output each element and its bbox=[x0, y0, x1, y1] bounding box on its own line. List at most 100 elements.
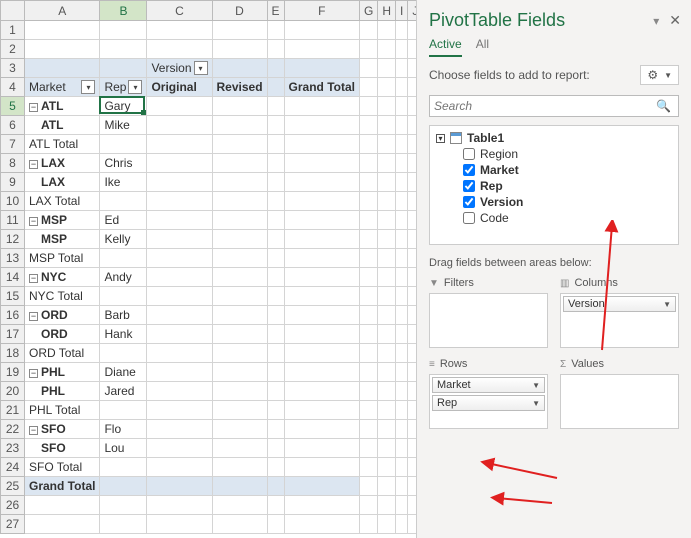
cell-C7[interactable] bbox=[147, 135, 212, 154]
table-name-label[interactable]: Table1 bbox=[467, 131, 504, 145]
checkbox-market[interactable] bbox=[463, 164, 475, 176]
row-header-22[interactable]: 22 bbox=[1, 420, 25, 439]
cell-C16[interactable] bbox=[147, 306, 212, 325]
cell-H24[interactable] bbox=[378, 458, 396, 477]
cell-F9[interactable] bbox=[284, 173, 359, 192]
cell-F23[interactable] bbox=[284, 439, 359, 458]
cell-F12[interactable] bbox=[284, 230, 359, 249]
cell-E26[interactable] bbox=[267, 496, 284, 515]
pill-version[interactable]: Version▼ bbox=[563, 296, 676, 312]
cell-E6[interactable] bbox=[267, 116, 284, 135]
row-header-8[interactable]: 8 bbox=[1, 154, 25, 173]
cell-I14[interactable] bbox=[396, 268, 408, 287]
cell-I2[interactable] bbox=[396, 40, 408, 59]
cell-A17[interactable]: ORD bbox=[25, 325, 100, 344]
checkbox-rep[interactable] bbox=[463, 180, 475, 192]
cell-F5[interactable] bbox=[284, 97, 359, 116]
cell-I10[interactable] bbox=[396, 192, 408, 211]
cell-I22[interactable] bbox=[396, 420, 408, 439]
cell-D24[interactable] bbox=[212, 458, 267, 477]
cell-B1[interactable] bbox=[100, 21, 147, 40]
collapse-toggle[interactable]: − bbox=[29, 426, 38, 435]
tab-active[interactable]: Active bbox=[429, 37, 462, 57]
cell-G12[interactable] bbox=[360, 230, 378, 249]
collapse-toggle[interactable]: − bbox=[29, 369, 38, 378]
cell-J20[interactable] bbox=[408, 382, 416, 401]
cell-J13[interactable] bbox=[408, 249, 416, 268]
cell-I4[interactable] bbox=[396, 78, 408, 97]
cell-I18[interactable] bbox=[396, 344, 408, 363]
cell-C18[interactable] bbox=[147, 344, 212, 363]
cell-E4[interactable] bbox=[267, 78, 284, 97]
collapse-toggle[interactable]: − bbox=[29, 312, 38, 321]
cell-B24[interactable] bbox=[100, 458, 147, 477]
cell-A23[interactable]: SFO bbox=[25, 439, 100, 458]
cell-J26[interactable] bbox=[408, 496, 416, 515]
cell-C1[interactable] bbox=[147, 21, 212, 40]
cell-J24[interactable] bbox=[408, 458, 416, 477]
cell-H25[interactable] bbox=[378, 477, 396, 496]
cell-D6[interactable] bbox=[212, 116, 267, 135]
cell-B13[interactable] bbox=[100, 249, 147, 268]
cell-J9[interactable] bbox=[408, 173, 416, 192]
cell-G27[interactable] bbox=[360, 515, 378, 534]
cell-F14[interactable] bbox=[284, 268, 359, 287]
cell-I21[interactable] bbox=[396, 401, 408, 420]
row-header-24[interactable]: 24 bbox=[1, 458, 25, 477]
cell-F19[interactable] bbox=[284, 363, 359, 382]
cell-A12[interactable]: MSP bbox=[25, 230, 100, 249]
cell-F18[interactable] bbox=[284, 344, 359, 363]
cell-B3[interactable] bbox=[100, 59, 147, 78]
cell-F3[interactable] bbox=[284, 59, 359, 78]
pane-options-icon[interactable]: ▾ bbox=[653, 14, 659, 28]
cell-D10[interactable] bbox=[212, 192, 267, 211]
cell-G6[interactable] bbox=[360, 116, 378, 135]
column-header-J[interactable]: J bbox=[408, 1, 416, 21]
cell-B8[interactable]: Chris bbox=[100, 154, 147, 173]
cell-B26[interactable] bbox=[100, 496, 147, 515]
column-header-D[interactable]: D bbox=[212, 1, 267, 21]
cell-A24[interactable]: SFO Total bbox=[25, 458, 100, 477]
pill-market[interactable]: Market▼ bbox=[432, 377, 545, 393]
cell-I9[interactable] bbox=[396, 173, 408, 192]
cell-G18[interactable] bbox=[360, 344, 378, 363]
cell-C11[interactable] bbox=[147, 211, 212, 230]
cell-F7[interactable] bbox=[284, 135, 359, 154]
cell-H15[interactable] bbox=[378, 287, 396, 306]
cell-I11[interactable] bbox=[396, 211, 408, 230]
row-header-3[interactable]: 3 bbox=[1, 59, 25, 78]
cell-B18[interactable] bbox=[100, 344, 147, 363]
cell-A21[interactable]: PHL Total bbox=[25, 401, 100, 420]
cell-B17[interactable]: Hank bbox=[100, 325, 147, 344]
column-header-I[interactable]: I bbox=[396, 1, 408, 21]
cell-D15[interactable] bbox=[212, 287, 267, 306]
cell-I16[interactable] bbox=[396, 306, 408, 325]
tools-button[interactable]: ⚙ ▼ bbox=[640, 65, 679, 85]
cell-D25[interactable] bbox=[212, 477, 267, 496]
row-header-20[interactable]: 20 bbox=[1, 382, 25, 401]
cell-B25[interactable] bbox=[100, 477, 147, 496]
row-header-13[interactable]: 13 bbox=[1, 249, 25, 268]
cell-G2[interactable] bbox=[360, 40, 378, 59]
cell-A19[interactable]: −PHL bbox=[25, 363, 100, 382]
cell-G24[interactable] bbox=[360, 458, 378, 477]
cell-I13[interactable] bbox=[396, 249, 408, 268]
cell-E19[interactable] bbox=[267, 363, 284, 382]
field-code[interactable]: Code bbox=[434, 210, 674, 226]
cell-F26[interactable] bbox=[284, 496, 359, 515]
row-header-17[interactable]: 17 bbox=[1, 325, 25, 344]
cell-E27[interactable] bbox=[267, 515, 284, 534]
cell-A26[interactable] bbox=[25, 496, 100, 515]
cell-I1[interactable] bbox=[396, 21, 408, 40]
row-header-27[interactable]: 27 bbox=[1, 515, 25, 534]
cell-J4[interactable] bbox=[408, 78, 416, 97]
cell-F22[interactable] bbox=[284, 420, 359, 439]
cell-D8[interactable] bbox=[212, 154, 267, 173]
cell-C17[interactable] bbox=[147, 325, 212, 344]
cell-J23[interactable] bbox=[408, 439, 416, 458]
cell-F24[interactable] bbox=[284, 458, 359, 477]
cell-C27[interactable] bbox=[147, 515, 212, 534]
cell-D21[interactable] bbox=[212, 401, 267, 420]
cell-C20[interactable] bbox=[147, 382, 212, 401]
cell-H9[interactable] bbox=[378, 173, 396, 192]
